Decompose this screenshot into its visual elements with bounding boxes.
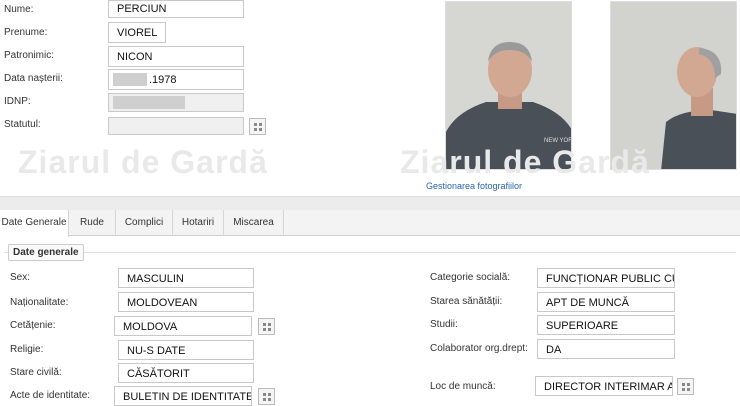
nationality-field[interactable]: MOLDOVEAN bbox=[118, 292, 254, 312]
statutul-label: Statutul: bbox=[4, 119, 41, 130]
patronimic-label: Patronimic: bbox=[4, 50, 55, 61]
nume-label: Nume: bbox=[4, 4, 34, 15]
law-collaborator-label: Colaborator org.drept: bbox=[430, 343, 528, 354]
studies-label: Studii: bbox=[430, 319, 458, 330]
workplace-label: Loc de muncă: bbox=[430, 381, 496, 392]
health-status-label: Starea sănătății: bbox=[430, 296, 503, 307]
manage-photos-link[interactable]: Gestionarea fotografiilor bbox=[426, 181, 522, 191]
grid-icon bbox=[262, 392, 271, 401]
statutul-field[interactable] bbox=[108, 117, 244, 135]
prenume-field[interactable]: VIOREL bbox=[108, 22, 167, 43]
nationality-label: Naționalitate: bbox=[10, 297, 69, 308]
grid-icon bbox=[253, 122, 262, 131]
tab-date-generale[interactable]: Date Generale bbox=[0, 210, 69, 237]
idnp-field[interactable] bbox=[108, 93, 244, 112]
workplace-field[interactable]: DIRECTOR INTERIMAR AL F bbox=[535, 376, 673, 396]
group-border bbox=[4, 252, 736, 253]
citizenship-field[interactable]: MOLDOVA bbox=[114, 316, 252, 336]
watermark-right: Ziarul de Gardă bbox=[400, 144, 650, 180]
prenume-label: Prenume: bbox=[4, 27, 48, 38]
patronimic-field[interactable]: NICON bbox=[108, 46, 244, 67]
watermark-left: Ziarul de Gardă bbox=[18, 144, 268, 180]
citizenship-label: Cetățenie: bbox=[10, 320, 56, 331]
tab-miscarea[interactable]: Miscarea bbox=[224, 210, 284, 236]
law-collaborator-field[interactable]: DA bbox=[537, 339, 675, 359]
birthdate-field[interactable]: .1978 bbox=[108, 69, 244, 90]
studies-field[interactable]: SUPERIOARE bbox=[537, 315, 675, 335]
religion-label: Religie: bbox=[10, 344, 44, 355]
section-separator bbox=[0, 196, 740, 210]
idnp-label: IDNP: bbox=[4, 96, 31, 107]
statutul-picker-button[interactable] bbox=[249, 118, 266, 135]
marital-status-field[interactable]: CĂSĂTORIT bbox=[118, 363, 254, 383]
grid-icon bbox=[262, 322, 271, 331]
birthdate-value: .1978 bbox=[149, 74, 177, 86]
citizenship-picker-button[interactable] bbox=[258, 318, 275, 335]
tab-rude[interactable]: Rude bbox=[69, 210, 116, 236]
nume-field[interactable]: PERCIUN bbox=[108, 0, 244, 18]
sex-label: Sex: bbox=[10, 272, 31, 283]
id-docs-label: Acte de identitate: bbox=[10, 390, 91, 401]
id-docs-field[interactable]: BULETIN DE IDENTITATE bbox=[114, 386, 252, 406]
tab-complici[interactable]: Complici bbox=[116, 210, 173, 236]
social-category-field[interactable]: FUNCȚIONAR PUBLIC CU S bbox=[537, 268, 675, 288]
grid-icon bbox=[681, 382, 690, 391]
social-category-label: Categorie socială: bbox=[430, 272, 511, 283]
sex-field[interactable]: MASCULIN bbox=[118, 268, 254, 288]
birthdate-redacted bbox=[113, 73, 147, 86]
marital-status-label: Stare civilă: bbox=[10, 367, 62, 378]
idnp-redacted bbox=[113, 96, 185, 109]
workplace-picker-button[interactable] bbox=[677, 378, 694, 395]
id-docs-picker-button[interactable] bbox=[258, 388, 275, 405]
section-title: Date generale bbox=[8, 244, 84, 261]
religion-field[interactable]: NU-S DATE bbox=[118, 340, 254, 360]
health-status-field[interactable]: APT DE MUNCĂ bbox=[537, 292, 675, 312]
tab-bar: Date Generale Rude Complici Hotariri Mis… bbox=[0, 210, 740, 237]
birthdate-label: Data nașterii: bbox=[4, 73, 63, 84]
tab-hotariri[interactable]: Hotariri bbox=[173, 210, 224, 236]
